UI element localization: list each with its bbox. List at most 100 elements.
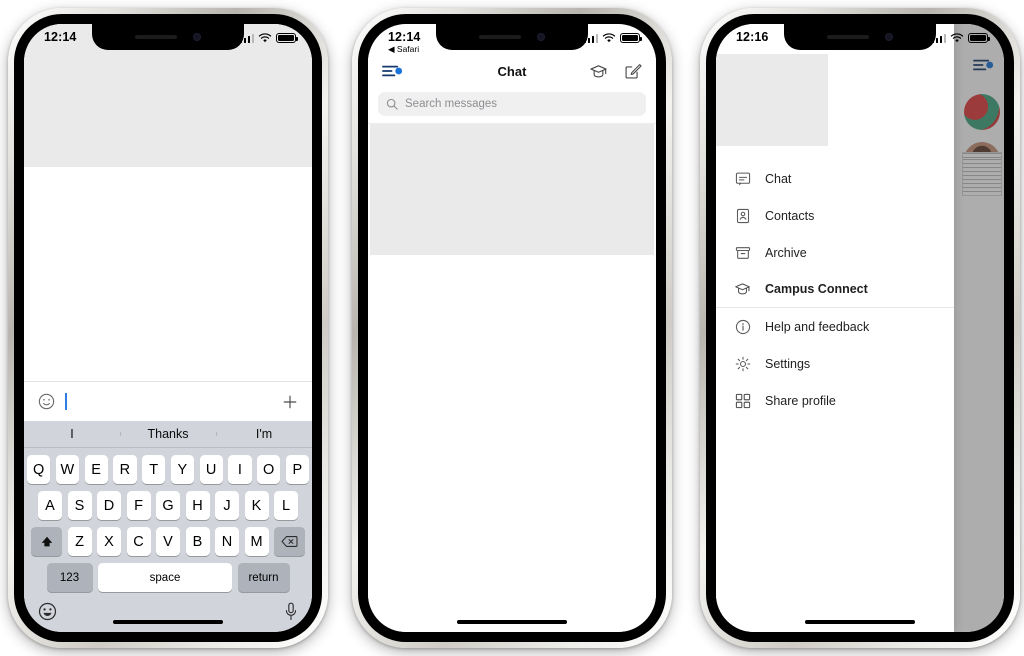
key[interactable]: U xyxy=(199,455,223,484)
backspace-key[interactable] xyxy=(274,527,305,556)
home-indicator xyxy=(113,619,223,624)
emoji-smiley-outline-icon[interactable] xyxy=(38,393,55,410)
text-cursor xyxy=(65,393,67,410)
nav-actions xyxy=(589,62,642,80)
status-right xyxy=(239,30,298,43)
phone-screen: 12:14 I Thanks I'm Q W E R T Y U I O P A… xyxy=(24,24,312,632)
phone-drawer: Chat Contacts Archive Campus Connect Hel… xyxy=(700,8,1020,648)
plus-icon[interactable] xyxy=(282,394,298,410)
return-key[interactable]: return xyxy=(237,563,290,592)
compose-edit-icon[interactable] xyxy=(624,62,642,80)
key[interactable]: Y xyxy=(170,455,194,484)
virtual-keyboard[interactable]: I Thanks I'm Q W E R T Y U I O P A S D F… xyxy=(24,421,312,632)
key[interactable]: V xyxy=(156,527,180,556)
key[interactable]: O xyxy=(257,455,281,484)
drawer-item-label: Campus Connect xyxy=(765,282,868,296)
notch xyxy=(436,24,588,50)
drawer-item-help-and-feedback[interactable]: Help and feedback xyxy=(716,308,954,345)
battery-icon xyxy=(620,33,642,43)
navigation-drawer: Chat Contacts Archive Campus Connect Hel… xyxy=(716,24,954,632)
key[interactable]: N xyxy=(215,527,239,556)
back-to-safari-link[interactable]: ◀ Safari xyxy=(388,44,420,55)
status-right xyxy=(583,30,642,43)
drawer-item-label: Share profile xyxy=(765,393,836,408)
front-camera xyxy=(193,33,201,41)
home-indicator xyxy=(805,619,915,624)
key[interactable]: W xyxy=(55,455,79,484)
key[interactable]: I xyxy=(228,455,252,484)
keyboard-row-3: Z X C V B N M xyxy=(24,527,312,556)
screenshot-stage: 12:14 I Thanks I'm Q W E R T Y U I O P A… xyxy=(0,0,1024,656)
status-left: 12:16 xyxy=(736,30,768,44)
key[interactable]: A xyxy=(38,491,62,520)
space-key[interactable]: space xyxy=(98,563,232,592)
numbers-key[interactable]: 123 xyxy=(46,563,93,592)
key[interactable]: K xyxy=(244,491,269,520)
key[interactable]: P xyxy=(285,455,309,484)
search-input[interactable]: Search messages xyxy=(405,98,497,110)
drawer-item-chat[interactable]: Chat xyxy=(716,160,954,197)
key[interactable]: C xyxy=(126,527,151,556)
key[interactable]: M xyxy=(244,527,269,556)
key[interactable]: F xyxy=(126,491,151,520)
phone-compose: 12:14 I Thanks I'm Q W E R T Y U I O P A… xyxy=(8,8,328,648)
key[interactable]: L xyxy=(274,491,298,520)
contact-card-icon xyxy=(734,207,751,224)
suggestion-item[interactable]: I xyxy=(24,427,120,441)
drawer-item-archive[interactable]: Archive xyxy=(716,234,954,271)
keyboard-row-4: 123 space return xyxy=(24,563,312,592)
search-bar[interactable]: Search messages xyxy=(378,92,646,116)
graduation-cap-icon xyxy=(734,281,751,298)
key[interactable]: Q xyxy=(27,455,51,484)
key[interactable]: G xyxy=(156,491,180,520)
qr-code-icon xyxy=(734,392,751,409)
microphone-icon[interactable] xyxy=(284,602,298,621)
key[interactable]: S xyxy=(67,491,92,520)
chat-list-placeholder xyxy=(370,124,654,255)
predictive-text-bar[interactable]: I Thanks I'm xyxy=(24,421,312,448)
battery-icon xyxy=(276,33,298,43)
suggestion-item[interactable]: I'm xyxy=(216,427,312,441)
earpiece-speaker xyxy=(135,35,177,39)
emoji-icon[interactable] xyxy=(38,602,57,621)
notch xyxy=(92,24,244,50)
key[interactable]: B xyxy=(185,527,210,556)
chat-bubble-icon xyxy=(734,170,751,187)
battery-icon xyxy=(968,33,990,43)
front-camera xyxy=(537,33,545,41)
wifi-icon xyxy=(602,33,616,43)
drawer-item-label: Help and feedback xyxy=(765,319,870,334)
keyboard-bottom-bar xyxy=(24,592,312,630)
earpiece-speaker xyxy=(479,35,521,39)
key[interactable]: H xyxy=(185,491,210,520)
drawer-item-settings[interactable]: Settings xyxy=(716,345,954,382)
key[interactable]: J xyxy=(215,491,239,520)
suggestion-item[interactable]: Thanks xyxy=(120,427,216,441)
drawer-item-share-profile[interactable]: Share profile xyxy=(716,382,954,419)
archive-box-icon xyxy=(734,244,751,261)
nav-bar: Chat xyxy=(368,54,656,88)
key[interactable]: D xyxy=(97,491,121,520)
keyboard-row-1: Q W E R T Y U I O P xyxy=(24,455,312,484)
phone-screen: 12:14 ◀ Safari Chat Search messages xyxy=(368,24,656,632)
message-input-bar[interactable] xyxy=(24,381,312,421)
keyboard-row-2: A S D F G H J K L xyxy=(24,491,312,520)
signal-bars-icon xyxy=(931,33,946,43)
graduation-cap-icon[interactable] xyxy=(589,63,608,80)
drawer-item-label: Contacts xyxy=(765,208,815,223)
phone-screen: Chat Contacts Archive Campus Connect Hel… xyxy=(716,24,1004,632)
screen-body: 12:14 ◀ Safari Chat Search messages xyxy=(368,24,656,632)
status-time: 12:14 xyxy=(44,30,77,44)
wifi-icon xyxy=(950,33,964,43)
key[interactable]: T xyxy=(142,455,166,484)
drawer-item-campus-connect[interactable]: Campus Connect xyxy=(716,271,954,308)
status-time: 12:16 xyxy=(736,30,769,44)
drawer-item-contacts[interactable]: Contacts xyxy=(716,197,954,234)
key[interactable]: Z xyxy=(67,527,92,556)
gear-icon xyxy=(734,355,751,372)
key[interactable]: R xyxy=(113,455,137,484)
search-container: Search messages xyxy=(368,88,656,124)
key[interactable]: E xyxy=(84,455,108,484)
key[interactable]: X xyxy=(97,527,121,556)
shift-key[interactable] xyxy=(31,527,62,556)
